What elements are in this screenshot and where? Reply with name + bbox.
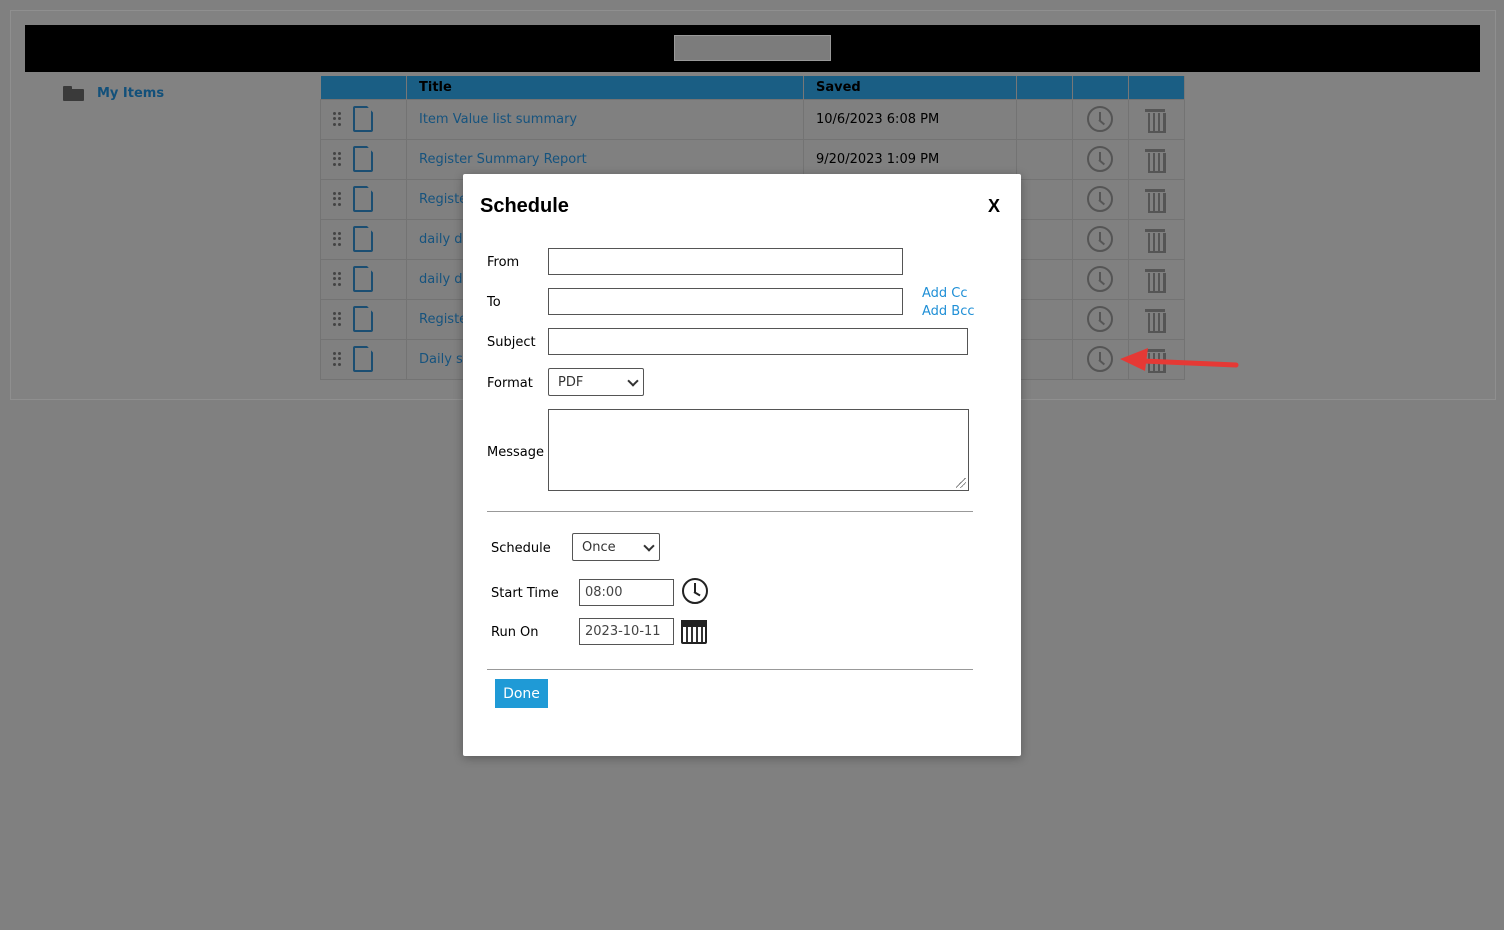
header-col6 bbox=[1128, 76, 1185, 99]
drag-handle-icon[interactable] bbox=[333, 151, 341, 167]
table-header-row: Title Saved bbox=[320, 76, 1185, 99]
drag-handle-icon[interactable] bbox=[333, 311, 341, 327]
row-empty-cell bbox=[1016, 258, 1073, 300]
header-col5 bbox=[1072, 76, 1129, 99]
schedule-clock-icon[interactable] bbox=[1087, 306, 1113, 332]
document-icon bbox=[353, 226, 373, 252]
schedule-select-value: Once bbox=[582, 539, 616, 555]
done-button[interactable]: Done bbox=[495, 679, 548, 708]
document-icon bbox=[353, 146, 373, 172]
run-on-label: Run On bbox=[491, 625, 539, 640]
close-button[interactable]: X bbox=[988, 196, 1000, 217]
trash-icon[interactable] bbox=[1145, 147, 1166, 173]
row-empty-cell bbox=[1016, 98, 1073, 140]
row-saved: 10/6/2023 6:08 PM bbox=[803, 98, 1017, 140]
drag-handle-icon[interactable] bbox=[333, 191, 341, 207]
drag-handle-icon[interactable] bbox=[333, 111, 341, 127]
row-empty-cell bbox=[1016, 178, 1073, 220]
table-row: Item Value list summary 10/6/2023 6:08 P… bbox=[320, 98, 1185, 140]
divider bbox=[487, 669, 973, 670]
chevron-down-icon bbox=[643, 540, 655, 552]
row-empty-cell bbox=[1016, 298, 1073, 340]
subject-input[interactable] bbox=[548, 328, 968, 355]
add-bcc-link[interactable]: Add Bcc bbox=[922, 304, 975, 319]
calendar-icon[interactable] bbox=[681, 620, 707, 644]
from-input[interactable] bbox=[548, 248, 903, 275]
start-time-input[interactable]: 08:00 bbox=[579, 579, 674, 606]
format-select[interactable]: PDF bbox=[548, 368, 644, 396]
trash-icon[interactable] bbox=[1145, 107, 1166, 133]
row-title-link[interactable]: Item Value list summary bbox=[406, 98, 804, 140]
from-label: From bbox=[487, 255, 520, 270]
row-title-link[interactable]: Register Summary Report bbox=[406, 138, 804, 180]
row-empty-cell bbox=[1016, 338, 1073, 380]
top-bar bbox=[25, 25, 1480, 72]
document-icon bbox=[353, 106, 373, 132]
drag-handle-icon[interactable] bbox=[333, 351, 341, 367]
trash-icon[interactable] bbox=[1145, 187, 1166, 213]
schedule-clock-icon[interactable] bbox=[1087, 106, 1113, 132]
schedule-modal: Schedule X From To Add Cc Add Bcc Subjec… bbox=[463, 174, 1021, 756]
document-icon bbox=[353, 346, 373, 372]
document-icon bbox=[353, 306, 373, 332]
folder-icon bbox=[63, 86, 85, 101]
row-empty-cell bbox=[1016, 138, 1073, 180]
drag-handle-icon[interactable] bbox=[333, 231, 341, 247]
header-title[interactable]: Title bbox=[406, 76, 804, 99]
table-row: Register Summary Report 9/20/2023 1:09 P… bbox=[320, 138, 1185, 180]
start-time-label: Start Time bbox=[491, 586, 559, 601]
divider bbox=[487, 511, 973, 512]
to-input[interactable] bbox=[548, 288, 903, 315]
trash-icon[interactable] bbox=[1145, 267, 1166, 293]
schedule-clock-icon[interactable] bbox=[1087, 226, 1113, 252]
header-controls bbox=[320, 76, 407, 99]
format-select-value: PDF bbox=[558, 374, 584, 390]
run-on-input[interactable]: 2023-10-11 bbox=[579, 618, 674, 645]
document-icon bbox=[353, 186, 373, 212]
top-bar-search[interactable] bbox=[674, 35, 831, 61]
resize-handle-icon[interactable] bbox=[956, 478, 966, 488]
schedule-clock-icon[interactable] bbox=[1087, 186, 1113, 212]
schedule-label: Schedule bbox=[491, 541, 551, 556]
add-cc-link[interactable]: Add Cc bbox=[922, 286, 968, 301]
to-label: To bbox=[487, 295, 501, 310]
trash-icon[interactable] bbox=[1145, 227, 1166, 253]
sidebar-item-my-items[interactable]: My Items bbox=[63, 86, 164, 101]
modal-title: Schedule bbox=[480, 195, 569, 217]
red-arrow-annotation-icon bbox=[1120, 348, 1239, 371]
chevron-down-icon bbox=[627, 375, 639, 387]
sidebar-item-label: My Items bbox=[97, 86, 165, 101]
clock-icon[interactable] bbox=[682, 578, 708, 604]
header-col4 bbox=[1016, 76, 1073, 99]
document-icon bbox=[353, 266, 373, 292]
schedule-clock-icon[interactable] bbox=[1087, 266, 1113, 292]
row-empty-cell bbox=[1016, 218, 1073, 260]
schedule-clock-icon[interactable] bbox=[1087, 346, 1113, 372]
drag-handle-icon[interactable] bbox=[333, 271, 341, 287]
schedule-clock-icon[interactable] bbox=[1087, 146, 1113, 172]
row-saved: 9/20/2023 1:09 PM bbox=[803, 138, 1017, 180]
subject-label: Subject bbox=[487, 335, 536, 350]
trash-icon[interactable] bbox=[1145, 307, 1166, 333]
format-label: Format bbox=[487, 376, 533, 391]
schedule-select[interactable]: Once bbox=[572, 533, 660, 561]
message-textarea[interactable] bbox=[548, 409, 969, 491]
header-saved[interactable]: Saved bbox=[803, 76, 1017, 99]
message-label: Message bbox=[487, 445, 544, 460]
